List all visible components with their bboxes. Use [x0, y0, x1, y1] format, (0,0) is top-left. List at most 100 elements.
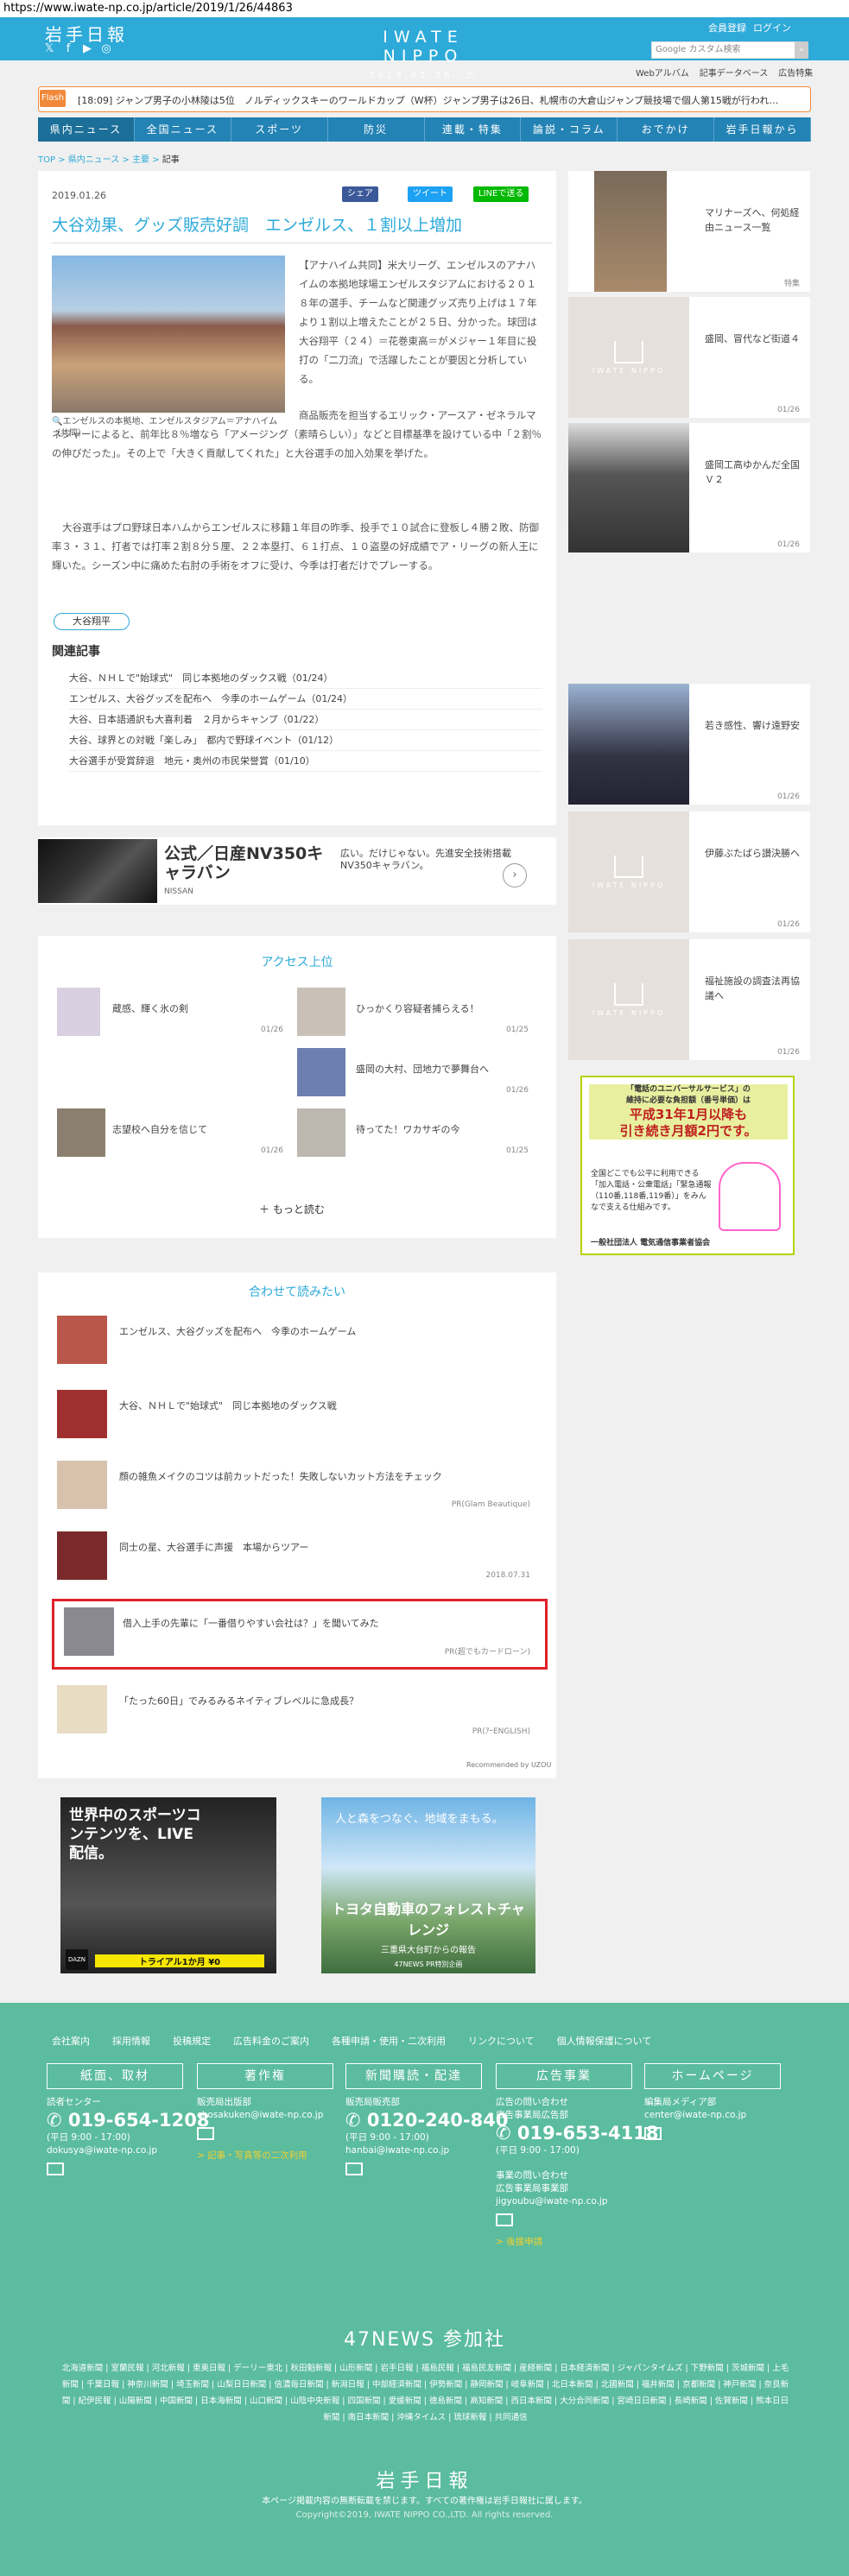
- dazn-ad[interactable]: 世界中のスポーツコンテンツを、LIVE配信。 DAZN トライアル1か月 ¥0: [60, 1797, 276, 1973]
- nav-outings[interactable]: おでかけ: [618, 117, 715, 142]
- member-link[interactable]: 会員登録: [708, 21, 746, 35]
- related-link[interactable]: 大谷選手が受賞辞退 地元・奥州の市民栄誉賞（01/10）: [69, 751, 542, 772]
- footer-box-advertising[interactable]: 広告事業: [496, 2063, 632, 2089]
- web-mail[interactable]: center@iwate-np.co.jp: [644, 2109, 746, 2122]
- footer-link[interactable]: 各種申請・使用・二次利用: [332, 2034, 446, 2048]
- line-share-button[interactable]: LINEで送る: [473, 186, 529, 202]
- reader-mail[interactable]: dokusya@iwate-np.co.jp: [47, 2144, 209, 2157]
- related-link[interactable]: 大谷、球界との対戦「楽しみ」 都内で野球イベント（01/12）: [69, 730, 542, 751]
- sidebar-date: 01/26: [777, 406, 800, 414]
- iwate-placeholder-icon: IWATE NIPPO: [568, 811, 689, 932]
- universal-service-ad[interactable]: 「電話のユニバーサルサービス」の 維持に必要な負担額（番号単価）は 平成31年1月…: [580, 1076, 795, 1255]
- footer-box-homepage[interactable]: ホームページ: [644, 2063, 781, 2089]
- related-link[interactable]: 大谷、日本語通訳も大喜利着 ２月からキャンプ（01/22）: [69, 710, 542, 730]
- nav-features[interactable]: 連載・特集: [425, 117, 522, 142]
- footer-box-editorial[interactable]: 紙面、取材: [47, 2063, 183, 2089]
- nav-sports[interactable]: スポーツ: [231, 117, 328, 142]
- facebook-icon[interactable]: f: [62, 43, 74, 55]
- related-item[interactable]: 大谷、ＮＨＬで"始球式" 同じ本拠地のダックス戦: [57, 1390, 541, 1438]
- mail-icon[interactable]: [644, 2127, 662, 2140]
- ad-description[interactable]: 広い。だけじゃない。先進安全技術搭載NV350キャラバン。: [340, 848, 513, 872]
- address-bar[interactable]: https://www.iwate-np.co.jp/article/2019/…: [0, 0, 849, 17]
- ranking-item[interactable]: 盛岡の大村、団地力で夢舞台へ: [356, 1062, 489, 1076]
- recommended-by[interactable]: Recommended by UZOU: [466, 1761, 551, 1769]
- sidebar-item[interactable]: 盛岡工高ゆかんだ全国Ｖ２ 01/26: [568, 423, 810, 552]
- nav-national[interactable]: 全国ニュース: [135, 117, 231, 142]
- footer-link[interactable]: リンクについて: [468, 2034, 535, 2048]
- secondary-use-link[interactable]: > 記事・写真等の二次利用: [197, 2150, 323, 2162]
- crumb-main[interactable]: 主要: [132, 155, 149, 165]
- related-link[interactable]: 大谷、ＮＨＬで"始球式" 同じ本拠地のダックス戦（01/24）: [69, 668, 542, 689]
- related-heading: 関連記事: [52, 645, 100, 659]
- sidebar-item[interactable]: 若き感性、響け遠野安 01/26: [568, 684, 810, 805]
- sidebar-item[interactable]: IWATE NIPPO 伊藤ぶたばら讃決勝へ 01/26: [568, 811, 810, 932]
- more-button[interactable]: ＋ もっと読む: [259, 1202, 325, 1216]
- chevron-right-icon[interactable]: ›: [503, 863, 527, 887]
- ranking-item[interactable]: 蔵感、輝く氷の剣: [112, 1001, 188, 1015]
- nav-columns[interactable]: 論説・コラム: [521, 117, 618, 142]
- related-link[interactable]: エンゼルス、大谷グッズを配布へ 今季のホームゲーム（01/24）: [69, 689, 542, 710]
- sales-mail[interactable]: hanbai@iwate-np.co.jp: [345, 2144, 508, 2157]
- footer-box-copyright[interactable]: 著作権: [197, 2063, 333, 2089]
- related-item[interactable]: 顔の雑魚メイクのコツは前カットだった！失敗しないカット方法をチェック PR(Gl…: [57, 1461, 541, 1509]
- footer-link[interactable]: 会社案内: [52, 2034, 90, 2048]
- nav-prefecture[interactable]: 県内ニュース: [38, 117, 135, 142]
- reader-tel[interactable]: 019-654-1208: [68, 2110, 210, 2131]
- twitter-icon[interactable]: 𝕏: [43, 43, 55, 55]
- nav-from-nippo[interactable]: 岩手日報から: [714, 117, 811, 142]
- mail-icon[interactable]: [47, 2162, 64, 2175]
- related-item[interactable]: 同士の星、大谷選手に声援 本場からツアー 2018.07.31: [57, 1531, 541, 1580]
- footer-box-subscription[interactable]: 新聞購読・配達: [345, 2063, 482, 2089]
- ads-tel[interactable]: 019-653-4118: [517, 2123, 659, 2144]
- ranking-thumb[interactable]: [297, 1048, 345, 1096]
- search-input[interactable]: Google カスタム検索: [651, 41, 807, 59]
- news47-links[interactable]: 北海道新聞 | 室蘭民報 | 河北新報 | 東奥日報 | デーリー東北 | 秋田…: [60, 2360, 790, 2426]
- nav-disaster[interactable]: 防災: [328, 117, 425, 142]
- brand-block[interactable]: IWATE NIPPO 2019.01.26. 土: [341, 28, 505, 80]
- ranking-item[interactable]: 待ってた！ワカサギの今: [356, 1122, 459, 1136]
- footer-logo[interactable]: 岩手日報: [0, 2466, 849, 2493]
- sidebar-item[interactable]: IWATE NIPPO 盛岡、冒代など街道４ 01/26: [568, 297, 810, 418]
- footer-link[interactable]: 投稿規定: [173, 2034, 211, 2048]
- tweet-button[interactable]: ツイート: [408, 186, 453, 202]
- subnav-album[interactable]: Webアルバム: [636, 66, 689, 79]
- subnav-ad-feature[interactable]: 広告特集: [778, 66, 813, 79]
- sidebar-item[interactable]: マリナーズへ、何処経由ニュース一覧 特集: [568, 171, 810, 292]
- ranking-thumb[interactable]: [57, 1108, 105, 1157]
- sidebar-item[interactable]: IWATE NIPPO 福祉施設の調査法再協議へ 01/26: [568, 939, 810, 1060]
- stadium-photo[interactable]: [52, 256, 285, 413]
- brand-name: IWATE NIPPO: [383, 28, 464, 66]
- mail-icon[interactable]: [345, 2162, 363, 2175]
- toyota-forest-ad[interactable]: 人と森をつなぐ、地域をまもる。 トヨタ自動車のフォレストチャレンジ 三重県大台町…: [321, 1797, 535, 1973]
- sidebar-date: 01/26: [777, 540, 800, 549]
- sales-tel[interactable]: 0120-240-840: [367, 2110, 509, 2131]
- footer-link[interactable]: 広告料金のご案内: [233, 2034, 309, 2048]
- related-item[interactable]: エンゼルス、大谷グッズを配布へ 今季のホームゲーム: [57, 1316, 541, 1364]
- ranking-thumb[interactable]: [57, 988, 100, 1036]
- car-image[interactable]: [38, 839, 157, 903]
- mail-icon[interactable]: [496, 2213, 513, 2226]
- ranking-item[interactable]: ひっかくり容疑者捕らえる！: [356, 1001, 479, 1015]
- ad-title[interactable]: 公式／日産NV350キャラバン: [164, 844, 328, 882]
- facebook-share-button[interactable]: シェア: [342, 186, 378, 202]
- events-mail[interactable]: jigyoubu@iwate-np.co.jp: [496, 2195, 658, 2208]
- sponsorship-link[interactable]: > 後援申請: [496, 2236, 658, 2249]
- related-item[interactable]: 「たった60日」でみるみるネイティブレベルに急成長？ PR(ｱｰENGLISH): [57, 1685, 541, 1736]
- instagram-icon[interactable]: ◎: [100, 43, 112, 55]
- tag-ohtani[interactable]: 大谷翔平: [54, 613, 130, 630]
- crumb-prefecture[interactable]: 県内ニュース: [68, 155, 120, 165]
- footer-link[interactable]: 採用情報: [112, 2034, 150, 2048]
- crumb-top[interactable]: TOP: [38, 155, 55, 165]
- sidebar-date: 01/26: [777, 792, 800, 801]
- login-link[interactable]: ログイン: [753, 21, 791, 35]
- footer-link[interactable]: 個人情報保護について: [557, 2034, 652, 2048]
- ranking-thumb[interactable]: [297, 988, 345, 1036]
- copyright-mail[interactable]: chosakuken@iwate-np.co.jp: [197, 2109, 323, 2122]
- ranking-thumb[interactable]: [297, 1108, 345, 1157]
- search-icon[interactable]: ⌕: [795, 41, 808, 59]
- mail-icon[interactable]: [197, 2127, 214, 2140]
- ranking-item[interactable]: 志望校へ自分を信じて: [112, 1122, 207, 1136]
- subnav-database[interactable]: 記事データベース: [700, 66, 769, 79]
- youtube-icon[interactable]: ▶: [81, 43, 93, 55]
- flash-text[interactable]: [18:09] ジャンプ男子の小林陵は5位 ノルディックスキーのワールドカップ（…: [78, 93, 803, 107]
